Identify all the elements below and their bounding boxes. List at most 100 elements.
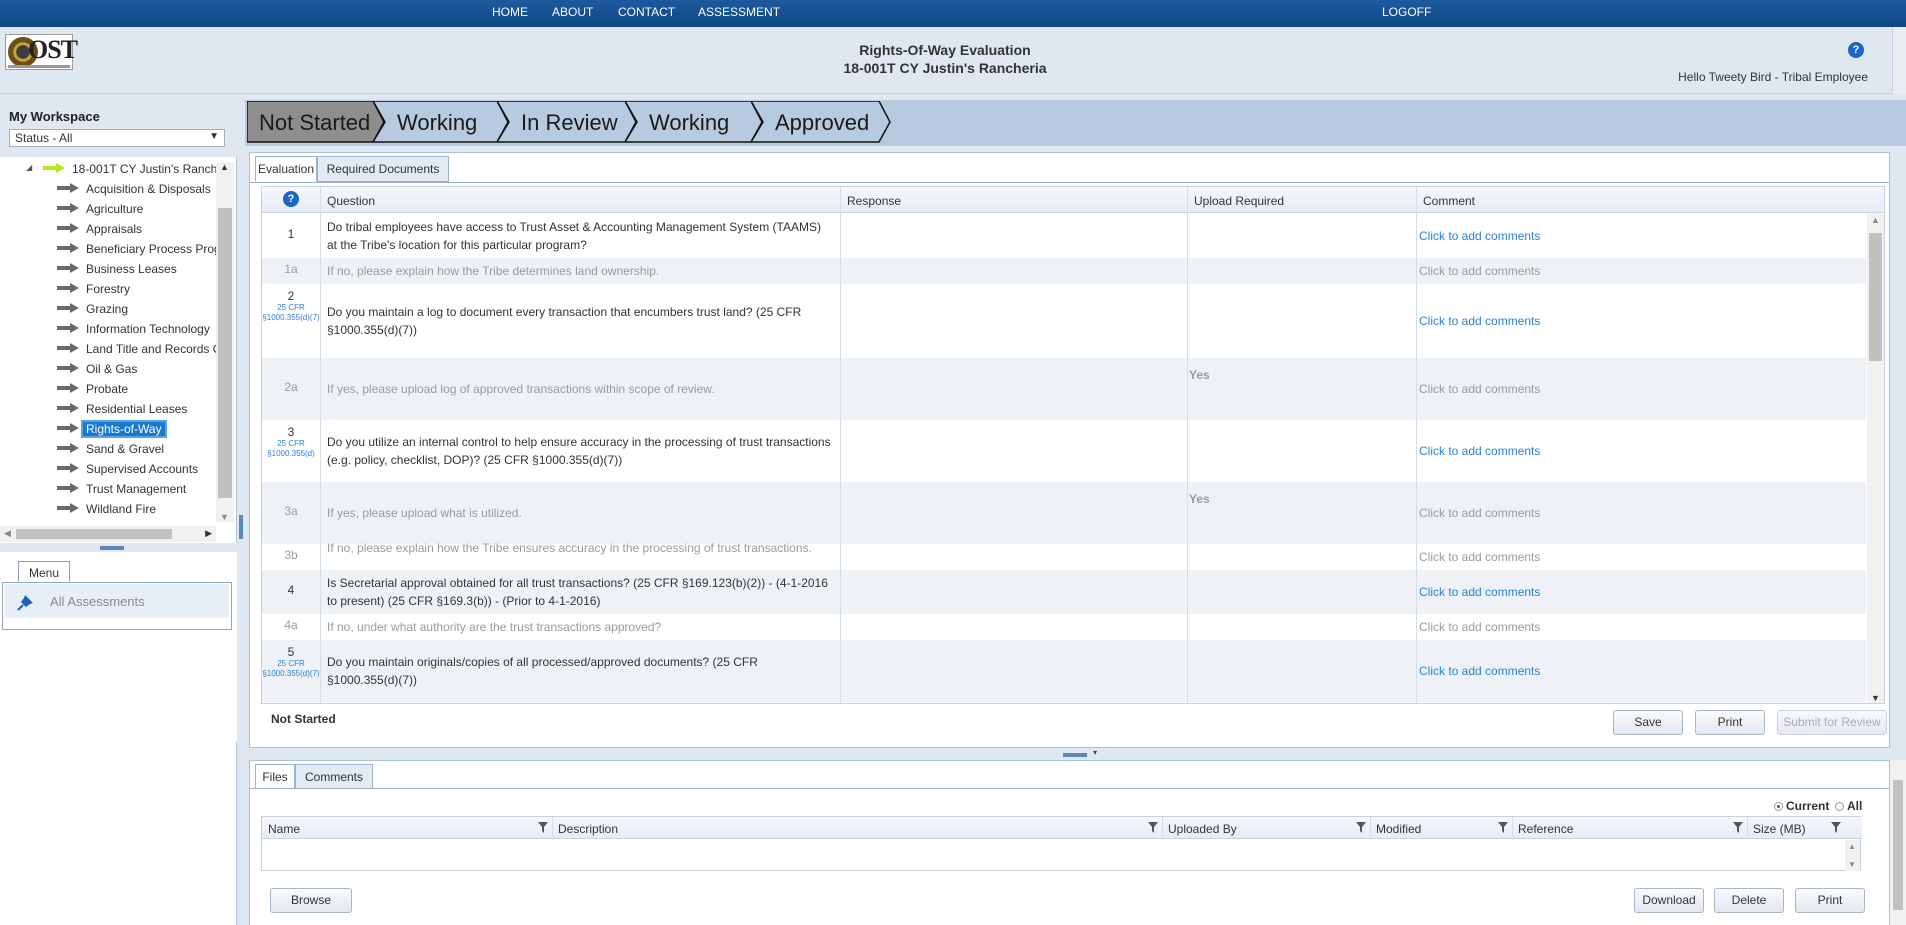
- cfr-reference-link[interactable]: 25 CFR §1000.355(d): [262, 439, 320, 459]
- grid-scroll-down-icon[interactable]: ▼: [1871, 693, 1880, 703]
- question-text: Is Secretarial approval obtained for all…: [327, 576, 828, 608]
- column-header-comment[interactable]: Comment: [1423, 194, 1475, 208]
- filter-all-label: All: [1847, 799, 1863, 813]
- cfr-reference-link[interactable]: 25 CFR §1000.355(d)(7): [262, 659, 320, 679]
- files-scroll-down-icon[interactable]: ▼: [1848, 860, 1856, 869]
- evaluation-row[interactable]: 4a If no, under what authority are the tr…: [262, 614, 1866, 640]
- evaluation-row[interactable]: 2a If yes, please upload log of approved …: [262, 358, 1866, 420]
- scroll-up-icon[interactable]: ▲: [220, 162, 229, 172]
- files-column-header[interactable]: Modified: [1376, 822, 1421, 836]
- tree-scroll-thumb[interactable]: [218, 208, 232, 498]
- nav-about-link[interactable]: ABOUT: [552, 5, 593, 19]
- add-comment-link[interactable]: Click to add comments: [1419, 583, 1540, 601]
- add-comment-link[interactable]: Click to add comments: [1419, 442, 1540, 460]
- nav-home-link[interactable]: HOME: [492, 5, 528, 19]
- splitter-grip[interactable]: [100, 546, 124, 550]
- delete-button[interactable]: Delete: [1714, 888, 1784, 913]
- scroll-down-icon[interactable]: ▼: [220, 512, 229, 522]
- tree-vertical-scrollbar[interactable]: ▲ ▼: [216, 162, 234, 522]
- nav-contact-link[interactable]: CONTACT: [618, 5, 675, 19]
- menu-list: All Assessments: [2, 582, 232, 630]
- add-comment-link[interactable]: Click to add comments: [1419, 262, 1540, 280]
- filter-icon[interactable]: [1733, 822, 1743, 833]
- files-print-button[interactable]: Print: [1795, 888, 1865, 913]
- files-column-header[interactable]: Uploaded By: [1168, 822, 1237, 836]
- browse-button[interactable]: Browse: [270, 888, 352, 913]
- nav-logoff-link[interactable]: LOGOFF: [1382, 5, 1431, 19]
- question-number-cell: 1a: [262, 262, 320, 276]
- help-icon[interactable]: ?: [1848, 42, 1864, 58]
- vertical-splitter-grip[interactable]: [239, 515, 243, 539]
- add-comment-link[interactable]: Click to add comments: [1419, 312, 1540, 330]
- add-comment-link[interactable]: Click to add comments: [1419, 662, 1540, 680]
- add-comment-link[interactable]: Click to add comments: [1419, 504, 1540, 522]
- column-header-question[interactable]: Question: [327, 194, 375, 208]
- cfr-reference-link[interactable]: 25 CFR §1000.355(d)(7): [262, 303, 320, 323]
- splitter-arrow-icon[interactable]: ▾: [1093, 748, 1097, 757]
- files-column-header[interactable]: Reference: [1518, 822, 1573, 836]
- files-scroll-up-icon[interactable]: ▲: [1848, 842, 1856, 851]
- menu-item-all-assessments[interactable]: All Assessments: [5, 584, 229, 618]
- add-comment-link[interactable]: Click to add comments: [1419, 380, 1540, 398]
- arrow-right-icon: [57, 463, 79, 473]
- grid-vertical-scrollbar[interactable]: ▲ ▼: [1867, 213, 1884, 703]
- filter-current-radio[interactable]: Current: [1774, 799, 1829, 813]
- files-grid-scrollbar[interactable]: ▲ ▼: [1845, 840, 1860, 871]
- radio-unselected-icon: [1835, 802, 1844, 811]
- grid-scroll-up-icon[interactable]: ▲: [1871, 215, 1880, 225]
- header-scrollbar[interactable]: [1892, 27, 1906, 94]
- nav-assessment-link[interactable]: ASSESSMENT: [698, 5, 780, 19]
- download-button[interactable]: Download: [1634, 888, 1704, 913]
- column-header-upload-required[interactable]: Upload Required: [1194, 194, 1284, 208]
- panel-splitter[interactable]: ▾: [245, 748, 1906, 760]
- evaluation-row[interactable]: 2 25 CFR §1000.355(d)(7) Do you maintain a…: [262, 284, 1866, 358]
- evaluation-status: Not Started: [271, 712, 336, 726]
- files-column-header[interactable]: Description: [558, 822, 618, 836]
- tree-item-label: Land Title and Records Office: [86, 342, 216, 356]
- files-column-header[interactable]: Size (MB): [1753, 822, 1806, 836]
- workflow-stage: Approved: [751, 101, 891, 143]
- status-filter-select[interactable]: Status - All ▼: [9, 129, 225, 147]
- save-button[interactable]: Save: [1613, 710, 1683, 735]
- tab-evaluation[interactable]: Evaluation: [255, 156, 317, 182]
- filter-icon[interactable]: [1831, 822, 1841, 833]
- tree-hscroll-thumb[interactable]: [16, 529, 172, 539]
- filter-icon[interactable]: [1498, 822, 1508, 833]
- filter-all-radio[interactable]: All: [1835, 799, 1862, 813]
- tab-comments[interactable]: Comments: [295, 764, 373, 789]
- tab-required-documents[interactable]: Required Documents: [317, 156, 449, 182]
- evaluation-row[interactable]: 3 25 CFR §1000.355(d) Do you utilize an in…: [262, 420, 1866, 482]
- question-number: 3: [287, 425, 295, 439]
- tree-horizontal-scrollbar[interactable]: ◀ ▶: [0, 526, 216, 542]
- evaluation-row[interactable]: 5 25 CFR §1000.355(d)(7) Do you maintain o…: [262, 640, 1866, 702]
- filter-icon[interactable]: [1356, 822, 1366, 833]
- evaluation-row[interactable]: 1 Do tribal employees have access to Trus…: [262, 214, 1866, 258]
- tab-files[interactable]: Files: [255, 764, 295, 789]
- panel-splitter-grip[interactable]: [1063, 753, 1087, 757]
- menu-tab[interactable]: Menu: [18, 561, 70, 583]
- page-scroll-thumb[interactable]: [1893, 780, 1903, 910]
- scroll-right-icon[interactable]: ▶: [205, 528, 212, 539]
- arrow-right-icon: [57, 203, 79, 213]
- add-comment-link[interactable]: Click to add comments: [1419, 227, 1540, 245]
- submit-for-review-button[interactable]: Submit for Review: [1777, 710, 1887, 735]
- add-comment-link[interactable]: Click to add comments: [1419, 548, 1540, 566]
- pane-splitter[interactable]: [0, 543, 237, 552]
- files-column-header[interactable]: Name: [268, 822, 300, 836]
- filter-icon[interactable]: [538, 822, 548, 833]
- filter-icon[interactable]: [1148, 822, 1158, 833]
- evaluation-row[interactable]: 3b If no, please explain how the Tribe en…: [262, 541, 1866, 570]
- column-header-response[interactable]: Response: [847, 194, 901, 208]
- evaluation-row[interactable]: 1a If no, please explain how the Tribe de…: [262, 258, 1866, 284]
- add-comment-link[interactable]: Click to add comments: [1419, 618, 1540, 636]
- workspace-pane: My Workspace Status - All ▼ ◢ 18-001T CY…: [0, 100, 237, 925]
- scroll-left-icon[interactable]: ◀: [4, 528, 11, 539]
- vertical-splitter[interactable]: [237, 100, 245, 925]
- grid-scroll-thumb[interactable]: [1869, 233, 1882, 361]
- collapse-icon[interactable]: ◢: [26, 163, 32, 172]
- grid-help-icon[interactable]: ?: [283, 191, 299, 207]
- evaluation-row[interactable]: 3a If yes, please upload what is utilized…: [262, 482, 1866, 544]
- print-button[interactable]: Print: [1695, 710, 1765, 735]
- evaluation-row[interactable]: 4 Is Secretarial approval obtained for al…: [262, 570, 1866, 614]
- page-vertical-scrollbar[interactable]: [1890, 760, 1906, 925]
